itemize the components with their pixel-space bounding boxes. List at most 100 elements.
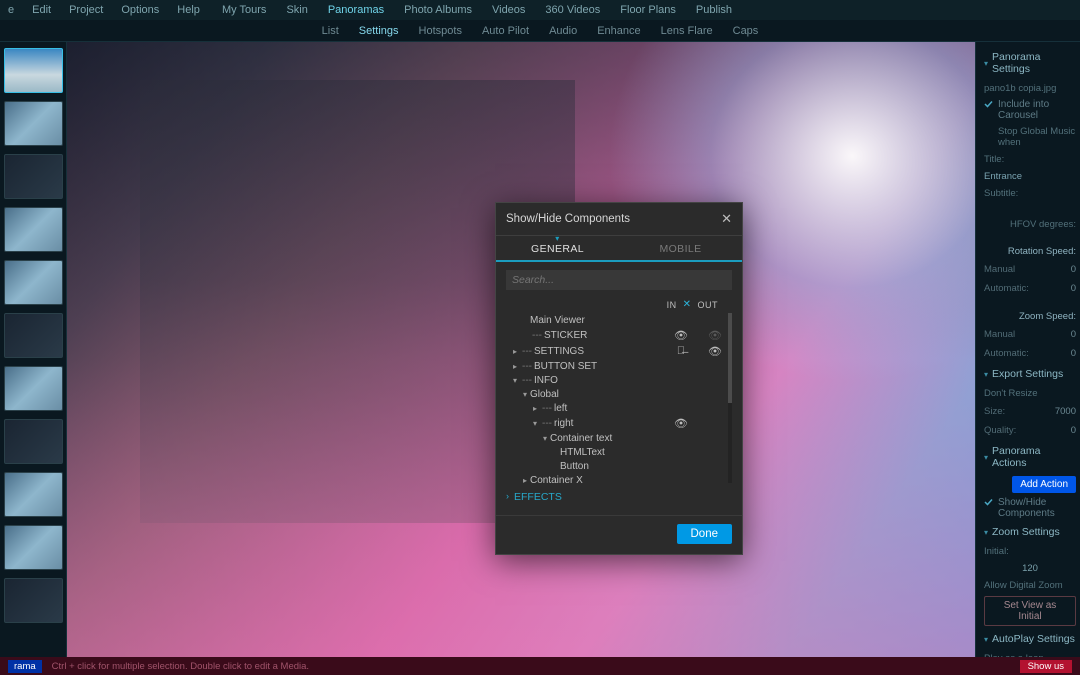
sub-nav: List Settings Hotspots Auto Pilot Audio … xyxy=(0,20,1080,42)
subnav-audio[interactable]: Audio xyxy=(549,25,577,37)
set-view-button[interactable]: Set View as Initial xyxy=(984,596,1076,626)
menu-item[interactable]: Project xyxy=(69,4,103,16)
quality-label: Quality: xyxy=(984,425,1016,436)
tree-label: BUTTON SET xyxy=(534,361,664,372)
dialog-title: Show/Hide Components xyxy=(506,213,630,225)
zoom-settings-header[interactable]: Zoom Settings xyxy=(984,523,1076,541)
thumbnail[interactable] xyxy=(4,207,63,252)
tree-row[interactable]: ▾---right👁 xyxy=(506,415,732,431)
add-action-button[interactable]: Add Action xyxy=(1012,476,1076,493)
tree-row[interactable]: ▸Container X xyxy=(506,473,732,483)
subnav-auto-pilot[interactable]: Auto Pilot xyxy=(482,25,529,37)
menu-item[interactable]: Options xyxy=(121,4,159,16)
automatic-label: Automatic: xyxy=(984,348,1029,359)
menu-item[interactable]: Help xyxy=(177,4,200,16)
size-value[interactable]: 7000 xyxy=(1055,406,1076,417)
nav-skin[interactable]: Skin xyxy=(286,4,307,16)
initial-value[interactable]: 120 xyxy=(984,562,1076,575)
search-input[interactable] xyxy=(506,270,732,290)
tree-row[interactable]: ▸---BUTTON SET xyxy=(506,359,732,373)
thumbnail[interactable] xyxy=(4,313,63,358)
nav-my-tours[interactable]: My Tours xyxy=(222,4,266,16)
subnav-settings[interactable]: Settings xyxy=(359,25,399,37)
scrollbar[interactable] xyxy=(728,313,732,483)
tree-row[interactable]: ---STICKER👁👁 xyxy=(506,327,732,343)
tree-row[interactable]: ▾Container text xyxy=(506,431,732,445)
thumbnail[interactable] xyxy=(4,101,63,146)
automatic-value[interactable]: 0 xyxy=(1071,283,1076,294)
subnav-enhance[interactable]: Enhance xyxy=(597,25,640,37)
thumbnail[interactable] xyxy=(4,472,63,517)
subnav-caps[interactable]: Caps xyxy=(733,25,759,37)
expand-icon[interactable]: ▸ xyxy=(510,347,520,356)
nav-videos[interactable]: Videos xyxy=(492,4,525,16)
showhide-check[interactable]: Show/Hide Components xyxy=(984,497,1076,519)
thumbnail[interactable] xyxy=(4,578,63,623)
tree-label: Button xyxy=(560,461,664,472)
nav-floor-plans[interactable]: Floor Plans xyxy=(620,4,676,16)
status-tag: rama xyxy=(8,660,42,673)
tab-general[interactable]: GENERAL xyxy=(496,236,619,260)
subnav-lens-flare[interactable]: Lens Flare xyxy=(661,25,713,37)
status-bar: rama Ctrl + click for multiple selection… xyxy=(0,657,1080,675)
thumbnail[interactable] xyxy=(4,525,63,570)
allow-dz-label[interactable]: Allow Digital Zoom xyxy=(984,579,1076,592)
rotation-label: Rotation Speed: xyxy=(984,245,1076,258)
chevron-right-icon: › xyxy=(506,491,509,503)
tree-row[interactable]: ▾---INFO xyxy=(506,373,732,387)
tree-row[interactable]: Button xyxy=(506,459,732,473)
manual-value[interactable]: 0 xyxy=(1071,264,1076,275)
subnav-list[interactable]: List xyxy=(322,25,339,37)
expand-icon[interactable]: ▸ xyxy=(510,362,520,371)
export-settings-header[interactable]: Export Settings xyxy=(984,365,1076,383)
expand-icon[interactable]: ▸ xyxy=(530,404,540,413)
panorama-actions-header[interactable]: Panorama Actions xyxy=(984,442,1076,472)
quality-value[interactable]: 0 xyxy=(1071,425,1076,436)
effects-section[interactable]: › EFFECTS xyxy=(506,483,732,507)
panorama-settings-header[interactable]: Panorama Settings xyxy=(984,48,1076,78)
subtitle-label: Subtitle: xyxy=(984,187,1076,200)
subnav-hotspots[interactable]: Hotspots xyxy=(419,25,462,37)
status-right-tag[interactable]: Show us xyxy=(1020,660,1072,673)
automatic-value[interactable]: 0 xyxy=(1071,348,1076,359)
tree-row[interactable]: HTMLText xyxy=(506,445,732,459)
thumbnail[interactable] xyxy=(4,154,63,199)
tree-label: left xyxy=(554,403,664,414)
nav-photo-albums[interactable]: Photo Albums xyxy=(404,4,472,16)
autoplay-settings-header[interactable]: AutoPlay Settings xyxy=(984,630,1076,648)
zoom-label: Zoom Speed: xyxy=(984,310,1076,323)
title-value[interactable]: Entrance xyxy=(984,170,1076,183)
tree-row[interactable]: Main Viewer xyxy=(506,313,732,327)
tree-row[interactable]: ▾Global xyxy=(506,387,732,401)
col-out: OUT xyxy=(698,300,719,310)
tree-row[interactable]: ▸---SETTINGS👁̶👁 xyxy=(506,343,732,359)
tree-label: STICKER xyxy=(544,330,664,341)
thumbnail[interactable] xyxy=(4,419,63,464)
thumbnail[interactable] xyxy=(4,260,63,305)
nav-publish[interactable]: Publish xyxy=(696,4,732,16)
panorama-canvas[interactable]: Show/Hide Components ✕ GENERAL MOBILE IN… xyxy=(67,42,975,675)
thumbnail-strip xyxy=(0,42,67,675)
nav-panoramas[interactable]: Panoramas xyxy=(328,4,384,16)
tab-mobile[interactable]: MOBILE xyxy=(619,236,742,260)
menu-item[interactable]: Edit xyxy=(32,4,51,16)
manual-label: Manual xyxy=(984,329,1015,340)
tree-row[interactable]: ▸---left xyxy=(506,401,732,415)
done-button[interactable]: Done xyxy=(677,524,733,544)
thumbnail[interactable] xyxy=(4,48,63,93)
expand-icon[interactable]: ▾ xyxy=(530,419,540,428)
expand-icon[interactable]: ▾ xyxy=(510,376,520,385)
expand-icon[interactable]: ▸ xyxy=(520,476,530,484)
manual-value[interactable]: 0 xyxy=(1071,329,1076,340)
close-icon[interactable]: ✕ xyxy=(721,211,732,227)
expand-icon[interactable]: ▾ xyxy=(520,390,530,399)
menu-item[interactable]: e xyxy=(8,4,14,16)
include-carousel-check[interactable]: Include into Carousel xyxy=(984,99,1076,121)
title-label: Title: xyxy=(984,153,1076,166)
expand-icon[interactable]: ▾ xyxy=(540,434,550,443)
manual-label: Manual xyxy=(984,264,1015,275)
app-menu: e Edit Project Options Help xyxy=(8,4,200,16)
thumbnail[interactable] xyxy=(4,366,63,411)
nav-360-videos[interactable]: 360 Videos xyxy=(545,4,600,16)
dont-resize-label[interactable]: Don't Resize xyxy=(984,387,1076,400)
